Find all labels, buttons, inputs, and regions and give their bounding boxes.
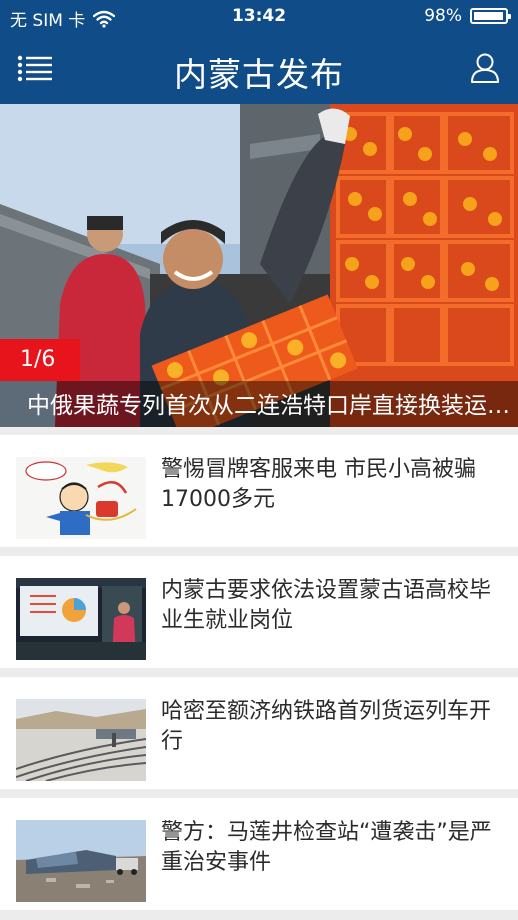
headline-carousel[interactable]: 1/6 中俄果蔬专列首次从二连浩特口岸直接换装运往俄罗斯 [0, 104, 518, 427]
news-thumbnail [16, 820, 146, 902]
user-profile-icon[interactable] [470, 52, 500, 84]
battery-indicator: 98% [424, 6, 511, 26]
battery-icon [470, 8, 511, 24]
battery-fill [474, 12, 504, 20]
news-headline: 警方：马莲井检查站“遭袭击”是严重治安事件 [161, 820, 492, 875]
page-title: 内蒙古发布 [174, 55, 344, 94]
list-menu-icon[interactable] [16, 54, 54, 84]
battery-percent: 98% [424, 6, 462, 26]
status-bar: 无 SIM 卡 13:42 98% [0, 0, 518, 34]
list-item[interactable]: 内蒙古要求依法设置蒙古语高校毕业生就业岗位 [0, 556, 518, 668]
carrier-label: 无 SIM 卡 [10, 11, 86, 31]
list-item[interactable]: 警惕冒牌客服来电 市民小高被骗17000多元 [0, 435, 518, 547]
list-item[interactable]: 警方：马莲井检查站“遭袭击”是严重治安事件 [0, 798, 518, 910]
navigation-bar: 内蒙古发布 [0, 34, 518, 104]
carousel-counter-badge: 1/6 [0, 339, 80, 381]
news-thumbnail [16, 457, 146, 539]
news-thumbnail [16, 699, 146, 781]
list-item[interactable]: 哈密至额济纳铁路首列货运列车开行 [0, 677, 518, 789]
news-headline: 哈密至额济纳铁路首列货运列车开行 [161, 699, 492, 754]
news-headline: 内蒙古要求依法设置蒙古语高校毕业生就业岗位 [161, 578, 492, 633]
carrier-indicator: 无 SIM 卡 [10, 6, 116, 31]
news-thumbnail [16, 578, 146, 660]
wifi-icon [93, 10, 116, 28]
carousel-caption[interactable]: 中俄果蔬专列首次从二连浩特口岸直接换装运往俄罗斯 [27, 386, 517, 420]
news-headline: 警惕冒牌客服来电 市民小高被骗17000多元 [161, 457, 476, 512]
